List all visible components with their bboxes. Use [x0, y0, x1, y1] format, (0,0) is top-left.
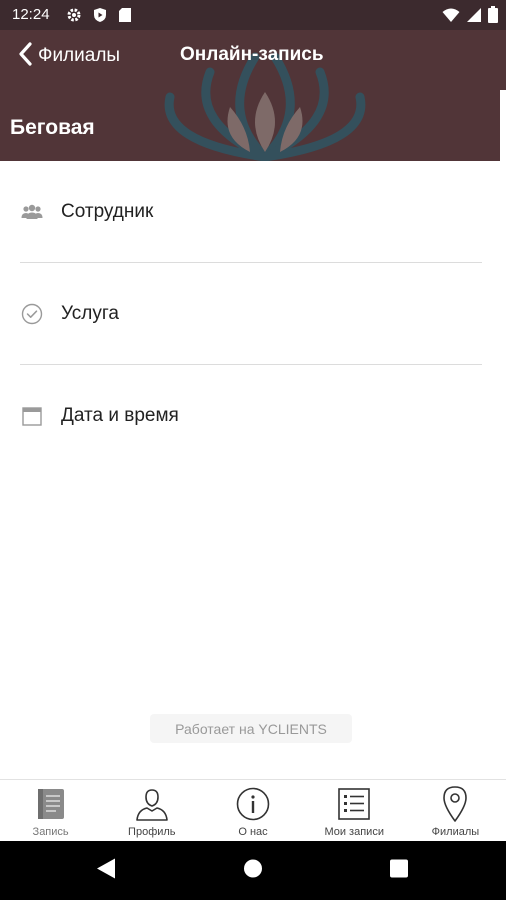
- chevron-left-icon: [18, 41, 32, 71]
- info-icon: [236, 787, 270, 821]
- tab-about[interactable]: О нас: [202, 780, 303, 841]
- system-nav-bar: [0, 841, 506, 900]
- sd-card-icon: [118, 7, 132, 28]
- tab-my-bookings[interactable]: Мои записи: [304, 780, 405, 841]
- page-title: Онлайн-запись: [180, 44, 324, 65]
- powered-by-link[interactable]: Работает на YCLIENTS: [150, 714, 352, 743]
- wifi-icon: [442, 7, 460, 28]
- list-icon: [337, 787, 371, 821]
- booking-menu: Сотрудник Услуга Дата и время: [0, 161, 506, 467]
- menu-item-date-time[interactable]: Дата и время: [0, 365, 506, 467]
- battery-icon: [488, 6, 498, 28]
- book-icon: [34, 787, 68, 821]
- menu-item-label: Дата и время: [61, 405, 179, 426]
- header: Филиалы Онлайн-запись Беговая: [0, 30, 506, 161]
- status-time: 12:24: [12, 6, 50, 23]
- tab-label: О нас: [238, 826, 268, 838]
- shield-icon: [92, 7, 108, 28]
- tab-branches[interactable]: Филиалы: [405, 780, 506, 841]
- menu-item-label: Сотрудник: [61, 201, 154, 222]
- map-pin-icon: [438, 786, 472, 822]
- home-circle-icon[interactable]: [243, 858, 263, 883]
- tab-profile[interactable]: Профиль: [101, 780, 202, 841]
- menu-item-service[interactable]: Услуга: [0, 263, 506, 365]
- back-triangle-icon[interactable]: [96, 857, 116, 884]
- header-accent-strip: [500, 90, 506, 161]
- back-button[interactable]: Филиалы: [18, 40, 120, 72]
- tab-label: Запись: [32, 826, 69, 838]
- check-circle-icon: [20, 302, 44, 326]
- bottom-tab-bar: Запись Профиль О нас Мои записи Филиалы: [0, 779, 506, 841]
- calendar-icon: [20, 404, 44, 428]
- back-label: Филиалы: [38, 45, 121, 66]
- tab-label: Профиль: [128, 826, 176, 838]
- tab-label: Филиалы: [431, 826, 480, 838]
- gear-icon: [66, 7, 82, 28]
- status-bar: 12:24: [0, 0, 506, 30]
- branch-name: Беговая: [10, 116, 95, 139]
- people-icon: [20, 200, 44, 224]
- tab-label: Мои записи: [324, 826, 384, 838]
- menu-item-label: Услуга: [61, 303, 119, 324]
- recents-square-icon[interactable]: [390, 859, 408, 882]
- lotus-logo-icon: [164, 52, 366, 161]
- signal-icon: [466, 7, 482, 28]
- menu-item-employee[interactable]: Сотрудник: [0, 161, 506, 263]
- tab-booking[interactable]: Запись: [0, 780, 101, 841]
- profile-icon: [135, 787, 169, 821]
